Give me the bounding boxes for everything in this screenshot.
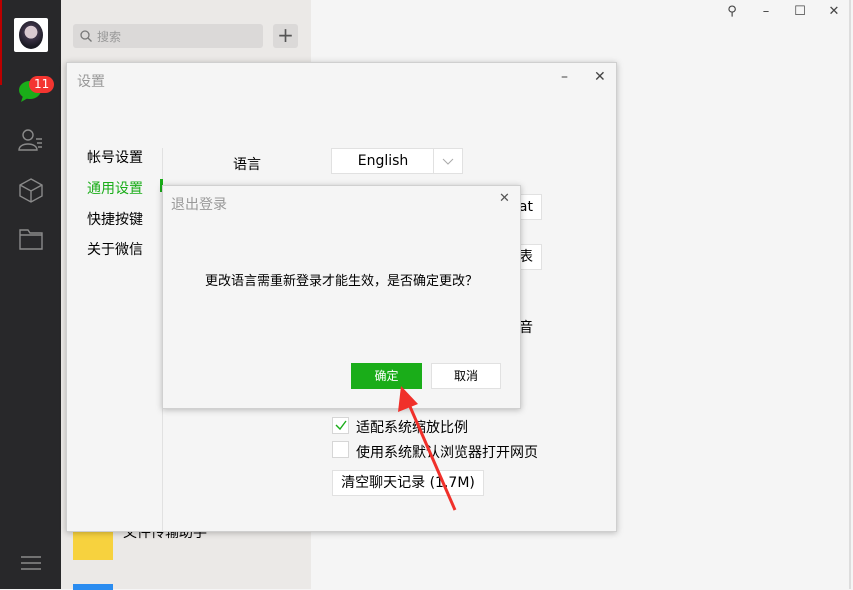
red-arrow-annotation <box>0 0 853 589</box>
